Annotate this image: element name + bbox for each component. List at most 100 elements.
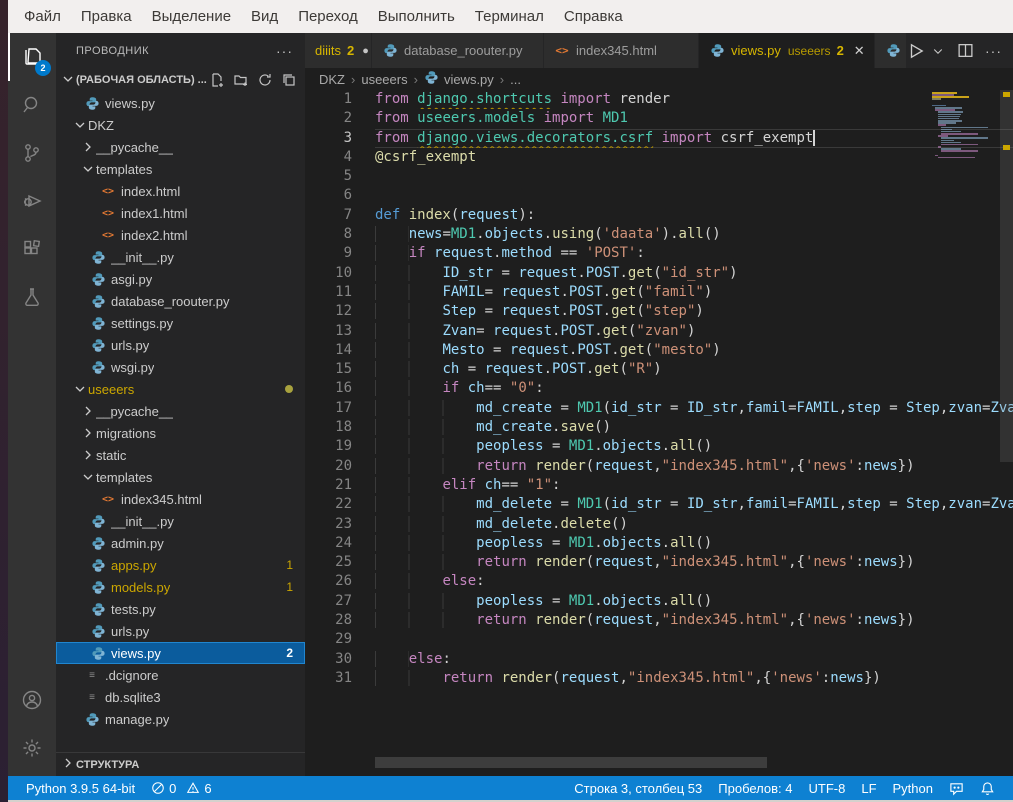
tab-database_roouter.py[interactable]: database_roouter.py bbox=[372, 33, 544, 68]
new-file-icon[interactable] bbox=[209, 72, 225, 88]
tree-item-admin.py[interactable]: admin.py bbox=[56, 532, 305, 554]
code-line[interactable]: 8 news=MD1.objects.using('daata').all() bbox=[305, 225, 1013, 244]
code-line[interactable]: 7def index(request): bbox=[305, 206, 1013, 225]
code-line[interactable]: 17 md_create = MD1(id_str = ID_str,famil… bbox=[305, 399, 1013, 418]
code-line[interactable]: 1from django.shortcuts import render bbox=[305, 90, 1013, 109]
indentation-item[interactable]: Пробелов: 4 bbox=[710, 776, 800, 800]
menu-item-3[interactable]: Выделение bbox=[142, 0, 241, 33]
tree-item-__init__.py[interactable]: __init__.py bbox=[56, 246, 305, 268]
code-line[interactable]: 6 bbox=[305, 186, 1013, 205]
tab-diiits[interactable]: diiits2● bbox=[305, 33, 372, 68]
tree-item-DKZ[interactable]: DKZ bbox=[56, 114, 305, 136]
menu-item-1[interactable]: Файл bbox=[14, 0, 71, 33]
encoding-item[interactable]: UTF-8 bbox=[801, 776, 854, 800]
workspace-section-header[interactable]: (РАБОЧАЯ ОБЛАСТЬ) ... bbox=[56, 68, 305, 92]
code-line[interactable]: 28 return render(request,"index345.html"… bbox=[305, 611, 1013, 630]
problems-item[interactable]: 0 6 bbox=[143, 776, 219, 800]
minimap[interactable] bbox=[932, 92, 1000, 212]
breadcrumb-item-useeers[interactable]: useeers bbox=[361, 72, 407, 87]
testing-icon[interactable] bbox=[8, 273, 56, 321]
sidebar-more-icon[interactable]: ··· bbox=[276, 43, 293, 59]
code-line[interactable]: 11 FAMIL= request.POST.get("famil") bbox=[305, 283, 1013, 302]
cursor-position-item[interactable]: Строка 3, столбец 53 bbox=[566, 776, 710, 800]
code-line[interactable]: 15 ch = request.POST.get("R") bbox=[305, 360, 1013, 379]
code-line[interactable]: 16 if ch== "0": bbox=[305, 379, 1013, 398]
source-control-icon[interactable] bbox=[8, 129, 56, 177]
tree-item-__pycache__[interactable]: __pycache__ bbox=[56, 136, 305, 158]
code-line[interactable]: 18 md_create.save() bbox=[305, 418, 1013, 437]
tree-item-index345.html[interactable]: <>index345.html bbox=[56, 488, 305, 510]
tree-item-index1.html[interactable]: <>index1.html bbox=[56, 202, 305, 224]
tree-item-urls.py[interactable]: urls.py bbox=[56, 620, 305, 642]
breadcrumb-item-...[interactable]: ... bbox=[510, 72, 521, 87]
tree-item-index.html[interactable]: <>index.html bbox=[56, 180, 305, 202]
split-editor-icon[interactable] bbox=[957, 42, 974, 59]
tree-item-models.py[interactable]: models.py1 bbox=[56, 576, 305, 598]
code-line[interactable]: 14 Mesto = request.POST.get("mesto") bbox=[305, 341, 1013, 360]
code-line[interactable]: 24 peopless = MD1.objects.all() bbox=[305, 534, 1013, 553]
tree-item-db.sqlite3[interactable]: ≡db.sqlite3 bbox=[56, 686, 305, 708]
code-line[interactable]: 27 peopless = MD1.objects.all() bbox=[305, 592, 1013, 611]
code-line[interactable]: 30 else: bbox=[305, 650, 1013, 669]
outline-section-header[interactable]: СТРУКТУРА bbox=[56, 752, 305, 776]
tree-item-tests.py[interactable]: tests.py bbox=[56, 598, 305, 620]
code-line[interactable]: 9 if request.method == 'POST': bbox=[305, 244, 1013, 263]
code-line[interactable]: 10 ID_str = request.POST.get("id_str") bbox=[305, 264, 1013, 283]
tree-item-asgi.py[interactable]: asgi.py bbox=[56, 268, 305, 290]
tree-item-apps.py[interactable]: apps.py1 bbox=[56, 554, 305, 576]
code-line[interactable]: 29 bbox=[305, 630, 1013, 649]
tab-close-icon[interactable]: ✕ bbox=[854, 43, 865, 59]
new-folder-icon[interactable] bbox=[233, 72, 249, 88]
refresh-icon[interactable] bbox=[257, 72, 273, 88]
tree-item-manage.py[interactable]: manage.py bbox=[56, 708, 305, 730]
code-line[interactable]: 3from django.views.decorators.csrf impor… bbox=[305, 129, 1013, 148]
code-editor[interactable]: 1from django.shortcuts import render2fro… bbox=[305, 90, 1013, 776]
menu-item-4[interactable]: Вид bbox=[241, 0, 288, 33]
search-icon[interactable] bbox=[8, 81, 56, 129]
code-line[interactable]: 2from useeers.models import MD1 bbox=[305, 109, 1013, 128]
tree-item-migrations[interactable]: migrations bbox=[56, 422, 305, 444]
tree-item-.dcignore[interactable]: ≡.dcignore bbox=[56, 664, 305, 686]
breadcrumb-item-views.py[interactable]: views.py bbox=[444, 72, 494, 87]
tree-item-index2.html[interactable]: <>index2.html bbox=[56, 224, 305, 246]
menu-item-8[interactable]: Справка bbox=[554, 0, 633, 33]
tab-vie[interactable]: vie bbox=[875, 33, 907, 68]
language-mode-item[interactable]: Python bbox=[885, 776, 941, 800]
extensions-icon[interactable] bbox=[8, 225, 56, 273]
code-line[interactable]: 25 return render(request,"index345.html"… bbox=[305, 553, 1013, 572]
tree-item-templates[interactable]: templates bbox=[56, 466, 305, 488]
menu-item-5[interactable]: Переход bbox=[288, 0, 368, 33]
collapse-all-icon[interactable] bbox=[281, 72, 297, 88]
tree-item-templates[interactable]: templates bbox=[56, 158, 305, 180]
tree-item-views.py[interactable]: views.py2 bbox=[56, 642, 305, 664]
tree-item-wsgi.py[interactable]: wsgi.py bbox=[56, 356, 305, 378]
breadcrumb[interactable]: DKZ›useeers› views.py›... bbox=[305, 68, 1013, 90]
settings-gear-icon[interactable] bbox=[8, 724, 56, 772]
tree-item-database_roouter.py[interactable]: database_roouter.py bbox=[56, 290, 305, 312]
tree-item-__pycache__[interactable]: __pycache__ bbox=[56, 400, 305, 422]
account-icon[interactable] bbox=[8, 676, 56, 724]
code-line[interactable]: 12 Step = request.POST.get("step") bbox=[305, 302, 1013, 321]
tree-item-settings.py[interactable]: settings.py bbox=[56, 312, 305, 334]
tree-item-__init__.py[interactable]: __init__.py bbox=[56, 510, 305, 532]
run-python-file-icon[interactable] bbox=[907, 42, 925, 60]
tree-item-useeers[interactable]: useeers bbox=[56, 378, 305, 400]
tree-item-static[interactable]: static bbox=[56, 444, 305, 466]
run-debug-icon[interactable] bbox=[8, 177, 56, 225]
code-line[interactable]: 5 bbox=[305, 167, 1013, 186]
code-line[interactable]: 23 md_delete.delete() bbox=[305, 515, 1013, 534]
menu-item-6[interactable]: Выполнить bbox=[368, 0, 465, 33]
eol-item[interactable]: LF bbox=[853, 776, 884, 800]
horizontal-scrollbar[interactable] bbox=[375, 757, 767, 768]
code-line[interactable]: 21 elif ch== "1": bbox=[305, 476, 1013, 495]
python-interpreter-item[interactable]: Python 3.9.5 64-bit bbox=[18, 776, 143, 800]
code-line[interactable]: 26 else: bbox=[305, 572, 1013, 591]
code-line[interactable]: 20 return render(request,"index345.html"… bbox=[305, 457, 1013, 476]
code-line[interactable]: 19 peopless = MD1.objects.all() bbox=[305, 437, 1013, 456]
breadcrumb-item-DKZ[interactable]: DKZ bbox=[319, 72, 345, 87]
more-actions-icon[interactable]: ··· bbox=[985, 43, 1002, 59]
menu-item-7[interactable]: Терминал bbox=[465, 0, 554, 33]
run-dropdown-icon[interactable] bbox=[932, 45, 944, 57]
code-line[interactable]: 13 Zvan= request.POST.get("zvan") bbox=[305, 322, 1013, 341]
tab-index345.html[interactable]: <>index345.html bbox=[544, 33, 699, 68]
